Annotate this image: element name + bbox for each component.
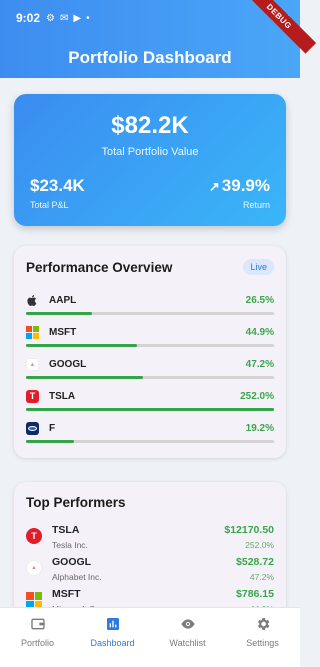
microsoft-logo-icon — [26, 326, 39, 339]
performance-row[interactable]: MSFT 44.9% — [26, 326, 274, 350]
performer-company: Tesla Inc. — [52, 540, 88, 550]
performance-row[interactable]: A GOOGL 47.2% — [26, 358, 274, 382]
debug-banner: DEBUG — [241, 0, 317, 54]
total-pnl-value: $23.4K — [30, 176, 85, 195]
performer-price: $528.72 — [236, 556, 274, 568]
microsoft-logo-icon — [26, 592, 42, 608]
top-performer-row[interactable]: T TSLA Tesla Inc. $12170.50 252.0% — [26, 524, 274, 556]
nav-watchlist[interactable]: Watchlist — [150, 608, 225, 667]
total-portfolio-value: $82.2K — [111, 112, 189, 139]
progress-track — [26, 440, 274, 443]
nav-label: Watchlist — [169, 638, 206, 648]
ticker-label: TSLA — [49, 391, 76, 402]
gear-icon — [225, 615, 300, 632]
alphabet-logo-icon: A — [26, 560, 42, 576]
progress-track — [26, 312, 274, 315]
top-performers-title: Top Performers — [26, 495, 126, 510]
performer-change: 252.0% — [245, 540, 274, 550]
status-bar: 9:02 ⚙ ✉ ▶ • ▼ ▮ — [16, 10, 290, 26]
performance-row[interactable]: AAPL 26.5% — [26, 294, 274, 318]
nav-portfolio[interactable]: Portfolio — [0, 608, 75, 667]
performance-overview-card: Performance Overview Live AAPL 26.5% MSF… — [14, 246, 286, 458]
wallet-icon — [0, 615, 75, 632]
total-pnl-label: Total P&L — [30, 200, 69, 210]
page-title: Portfolio Dashboard — [68, 48, 232, 67]
return-label: Return — [242, 200, 270, 210]
dot-status-icon: • — [86, 12, 90, 24]
portfolio-summary-card: $82.2K Total Portfolio Value $23.4K Tota… — [14, 94, 286, 226]
settings-status-icon: ⚙ — [46, 12, 55, 24]
ticker-label: F — [49, 423, 56, 434]
percent-label: 44.9% — [245, 327, 274, 338]
eye-icon — [150, 615, 225, 632]
bottom-navigation: Portfolio Dashboard Watchlist Settings — [0, 607, 300, 667]
performer-ticker: GOOGL — [52, 556, 92, 568]
trending-up-icon: ↗ — [208, 179, 220, 194]
performer-change: 47.2% — [249, 572, 274, 582]
progress-fill — [26, 376, 144, 379]
return-value: ↗ 39.9% — [209, 176, 270, 196]
return-percent: 39.9% — [221, 176, 270, 195]
youtube-status-icon: ▶ — [73, 12, 82, 24]
total-portfolio-value-label: Total Portfolio Value — [101, 146, 199, 158]
tesla-logo-icon: T — [26, 528, 42, 544]
nav-settings[interactable]: Settings — [225, 608, 300, 667]
gmail-status-icon: ✉ — [60, 12, 69, 24]
ford-logo-icon — [26, 422, 39, 435]
ticker-label: GOOGL — [49, 359, 87, 370]
analytics-icon — [75, 615, 150, 632]
performer-price: $786.15 — [236, 588, 274, 600]
performer-price: $12170.50 — [224, 524, 274, 536]
percent-label: 26.5% — [245, 295, 274, 306]
progress-track — [26, 376, 274, 379]
nav-label: Settings — [246, 638, 279, 648]
ticker-label: AAPL — [49, 295, 77, 306]
live-badge: Live — [243, 259, 274, 275]
performance-row[interactable]: T TSLA 252.0% — [26, 390, 274, 414]
percent-label: 252.0% — [240, 391, 274, 402]
progress-track — [26, 344, 274, 347]
percent-label: 19.2% — [245, 423, 274, 434]
status-time: 9:02 — [16, 11, 41, 25]
ticker-label: MSFT — [49, 327, 77, 338]
top-performer-row[interactable]: A GOOGL Alphabet Inc. $528.72 47.2% — [26, 556, 274, 588]
nav-label: Portfolio — [20, 638, 55, 648]
performer-ticker: MSFT — [52, 588, 81, 600]
percent-label: 47.2% — [245, 359, 274, 370]
app-bar: 9:02 ⚙ ✉ ▶ • ▼ ▮ Portfolio Dashboard DEB… — [0, 0, 317, 78]
performance-overview-title: Performance Overview — [26, 260, 173, 275]
performer-company: Alphabet Inc. — [52, 572, 102, 582]
performance-row[interactable]: F 19.2% — [26, 422, 274, 446]
progress-fill — [26, 440, 74, 443]
nav-label: Dashboard — [90, 638, 135, 648]
apple-logo-icon — [26, 294, 39, 307]
progress-fill — [26, 344, 138, 347]
progress-track — [26, 408, 274, 411]
progress-fill — [26, 408, 274, 411]
alphabet-logo-icon: A — [26, 358, 39, 371]
progress-fill — [26, 312, 92, 315]
nav-dashboard[interactable]: Dashboard — [75, 608, 150, 667]
tesla-logo-icon: T — [26, 390, 39, 403]
performer-ticker: TSLA — [52, 524, 80, 536]
